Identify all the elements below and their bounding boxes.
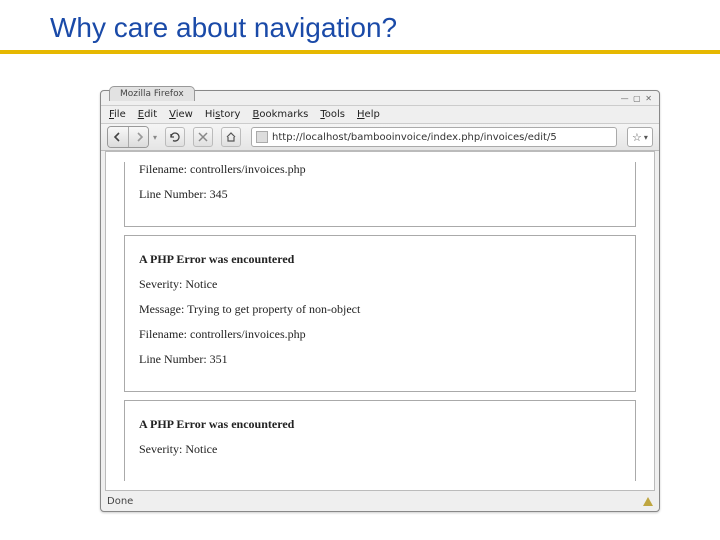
slide: Why care about navigation? Mozilla Firef…: [0, 0, 720, 540]
error-heading: A PHP Error was encountered: [139, 252, 621, 267]
error-block: A PHP Error was encountered Severity: No…: [124, 400, 636, 481]
menu-view[interactable]: View: [169, 109, 193, 120]
slide-title: Why care about navigation?: [0, 12, 720, 50]
menu-history[interactable]: History: [205, 109, 241, 120]
menu-help[interactable]: Help: [357, 109, 380, 120]
url-text: http://localhost/bambooinvoice/index.php…: [272, 132, 557, 143]
menu-file[interactable]: File: [109, 109, 126, 120]
error-severity: Severity: Notice: [139, 442, 621, 457]
arrow-left-icon: [113, 132, 123, 142]
warning-icon: [643, 497, 653, 506]
bookmark-button[interactable]: ☆ ▾: [627, 127, 653, 147]
toolbar: ▾ http://localhost/bambooinvoice/index.p…: [101, 123, 659, 151]
window-controls[interactable]: — ▢ ✕: [621, 94, 653, 103]
menu-tools[interactable]: Tools: [320, 109, 345, 120]
nav-button-group: [107, 126, 149, 148]
star-icon: ☆: [632, 131, 642, 144]
menu-bar: File Edit View History Bookmarks Tools H…: [101, 105, 659, 123]
back-button[interactable]: [108, 127, 128, 147]
error-block: A PHP Error was encountered Severity: No…: [124, 235, 636, 392]
menu-bookmarks[interactable]: Bookmarks: [252, 109, 308, 120]
error-heading: A PHP Error was encountered: [139, 417, 621, 432]
error-line: Line Number: 345: [139, 187, 621, 202]
chevron-down-icon: ▾: [644, 133, 648, 142]
arrow-right-icon: [134, 132, 144, 142]
error-line: Line Number: 351: [139, 352, 621, 367]
error-filename: Filename: controllers/invoices.php: [139, 162, 621, 177]
stop-button[interactable]: [193, 127, 213, 147]
reload-button[interactable]: [165, 127, 185, 147]
error-block: Filename: controllers/invoices.php Line …: [124, 162, 636, 227]
browser-window: Mozilla Firefox — ▢ ✕ File Edit View His…: [100, 90, 660, 512]
page-favicon-icon: [256, 131, 268, 143]
error-message: Message: Trying to get property of non-o…: [139, 302, 621, 317]
address-bar[interactable]: http://localhost/bambooinvoice/index.php…: [251, 127, 617, 147]
reload-icon: [169, 131, 181, 143]
page-content: Filename: controllers/invoices.php Line …: [105, 151, 655, 491]
forward-button[interactable]: [128, 127, 148, 147]
nav-dropdown-icon[interactable]: ▾: [153, 133, 157, 142]
menu-edit[interactable]: Edit: [138, 109, 157, 120]
status-bar: Done: [107, 493, 653, 509]
window-title-tab: Mozilla Firefox: [109, 86, 195, 101]
stop-icon: [198, 132, 208, 142]
home-icon: [225, 131, 237, 143]
status-text: Done: [107, 496, 133, 507]
title-underline: [0, 50, 720, 54]
home-button[interactable]: [221, 127, 241, 147]
error-severity: Severity: Notice: [139, 277, 621, 292]
error-filename: Filename: controllers/invoices.php: [139, 327, 621, 342]
